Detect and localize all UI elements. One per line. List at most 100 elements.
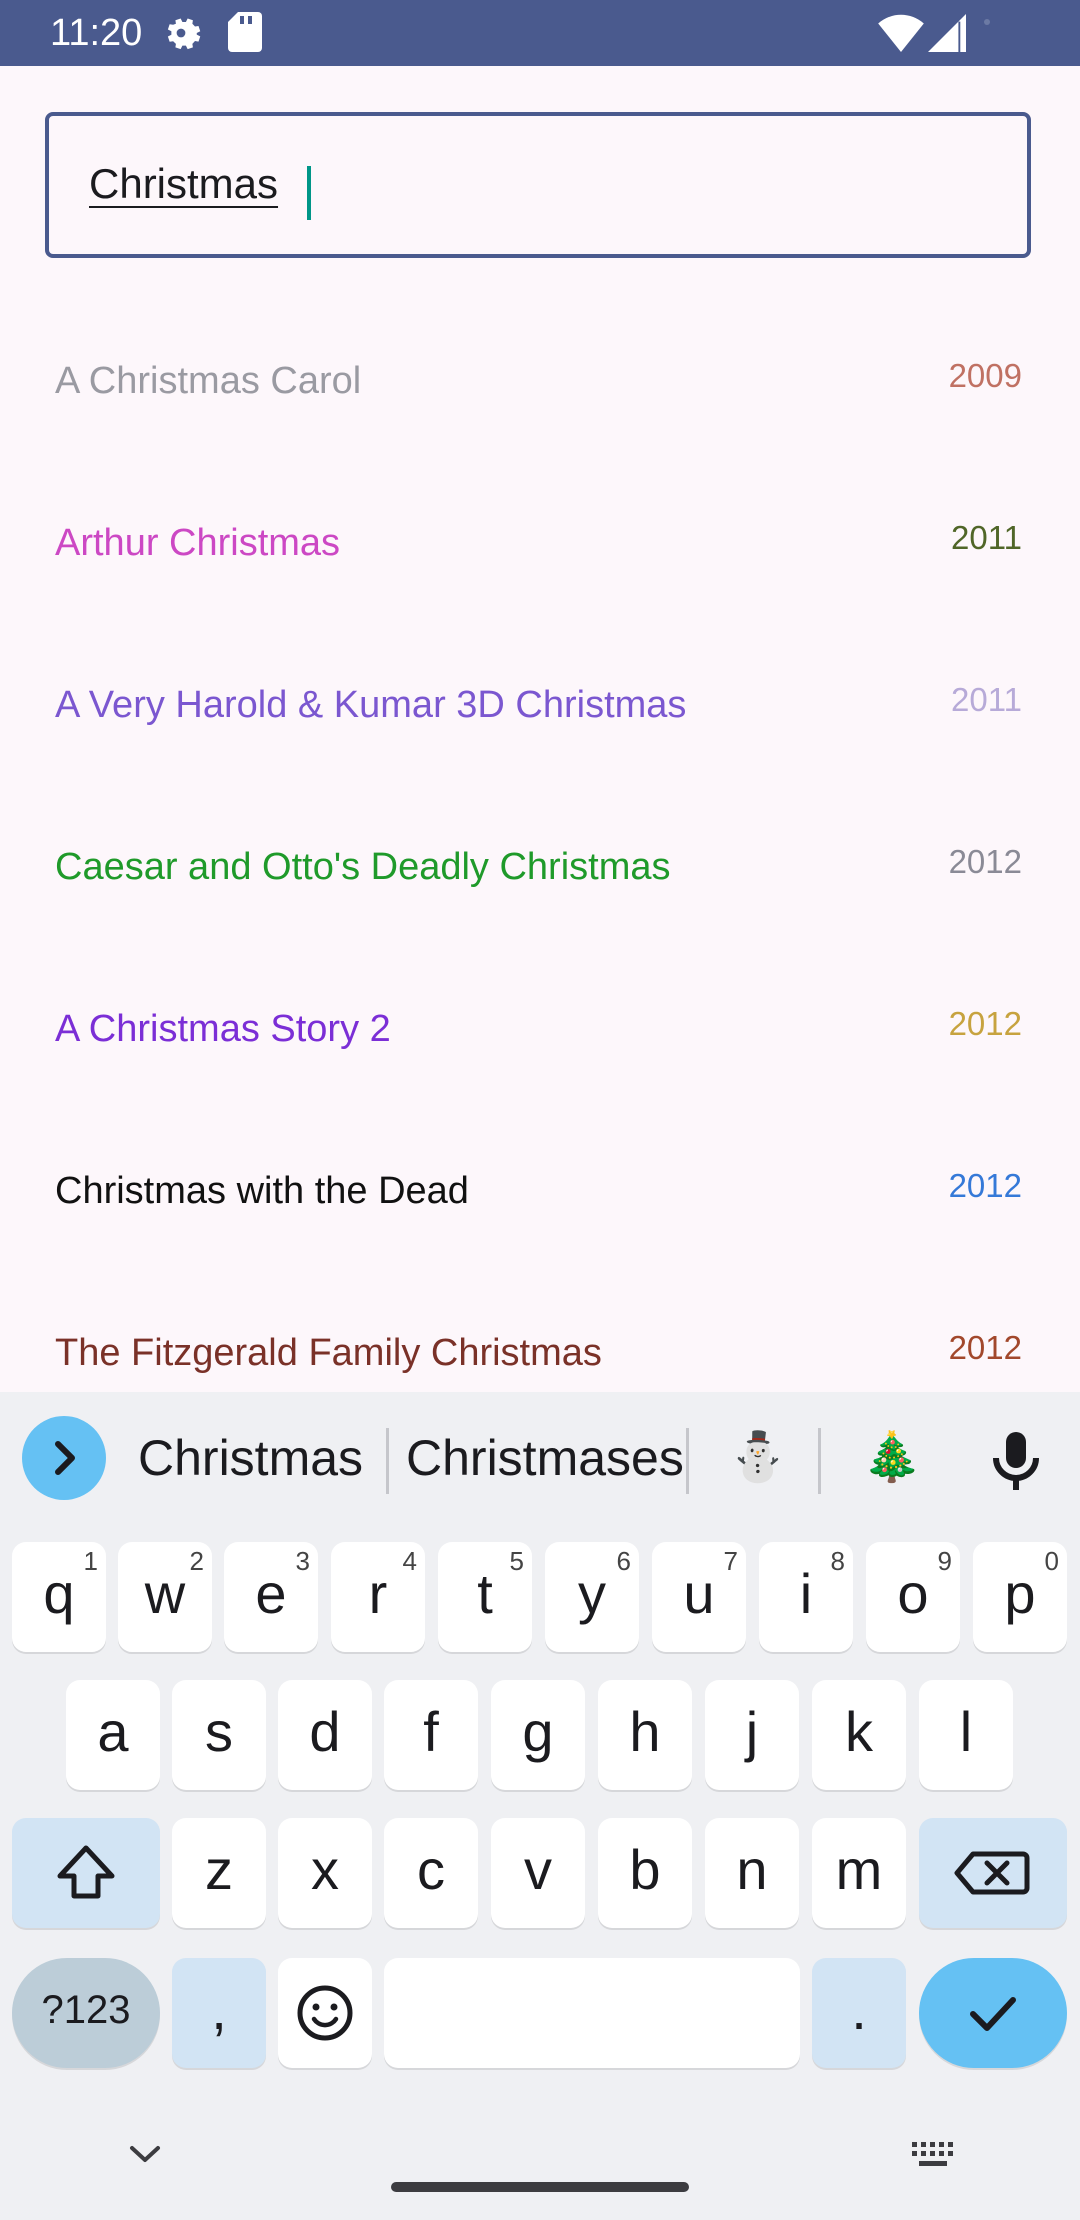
signal-icon [928, 14, 966, 57]
suggestion-divider [686, 1428, 689, 1494]
key-h[interactable]: h [598, 1680, 692, 1790]
movie-year: 2012 [948, 1005, 1022, 1042]
emoji-key[interactable] [278, 1958, 372, 2068]
backspace-key[interactable] [919, 1818, 1067, 1928]
battery-dot-icon [982, 14, 992, 32]
key-s[interactable]: s [172, 1680, 266, 1790]
key-label: s [205, 1700, 233, 1763]
backspace-icon [954, 1851, 1030, 1895]
soft-keyboard: Christmas Christmases ⛄ 🎄 q1 w2 e3 r4 t5… [0, 1392, 1080, 2220]
keyboard-switch-icon[interactable] [910, 2140, 956, 2175]
key-label: ?123 [41, 1988, 131, 2032]
key-m[interactable]: m [812, 1818, 906, 1928]
key-label: y [578, 1562, 606, 1625]
key-label: c [417, 1838, 445, 1901]
key-j[interactable]: j [705, 1680, 799, 1790]
key-e[interactable]: e3 [224, 1542, 318, 1652]
emoji-suggestion-snowman[interactable]: ⛄ [728, 1428, 788, 1488]
key-label: , [211, 1978, 227, 2041]
status-time: 11:20 [50, 12, 143, 54]
list-item[interactable]: A Very Harold & Kumar 3D Christmas 2011 [0, 624, 1080, 786]
key-hint: 1 [83, 1546, 98, 1576]
search-input-value: Christmas [89, 160, 279, 207]
list-item[interactable]: A Christmas Story 2 2012 [0, 948, 1080, 1110]
key-v[interactable]: v [491, 1818, 585, 1928]
key-q[interactable]: q1 [12, 1542, 106, 1652]
list-item[interactable]: A Christmas Carol 2009 [0, 300, 1080, 462]
suggestion-strip: Christmas Christmases ⛄ 🎄 [0, 1392, 1080, 1522]
key-g[interactable]: g [491, 1680, 585, 1790]
key-u[interactable]: u7 [652, 1542, 746, 1652]
key-label: h [629, 1700, 661, 1763]
wifi-icon [878, 14, 924, 57]
movie-title: A Christmas Story 2 [55, 1008, 391, 1050]
key-hint: 7 [723, 1546, 738, 1576]
key-k[interactable]: k [812, 1680, 906, 1790]
search-input[interactable]: Christmas [45, 112, 1031, 258]
key-hint: 4 [402, 1546, 417, 1576]
key-d[interactable]: d [278, 1680, 372, 1790]
key-y[interactable]: y6 [545, 1542, 639, 1652]
movie-title: The Fitzgerald Family Christmas [55, 1332, 602, 1374]
period-key[interactable]: . [812, 1958, 906, 2068]
key-label: n [736, 1838, 768, 1901]
comma-key[interactable]: , [172, 1958, 266, 2068]
symbols-key[interactable]: ?123 [12, 1958, 160, 2068]
checkmark-icon [970, 1997, 1016, 2031]
status-bar: 11:20 [0, 0, 1080, 66]
key-label: . [851, 1978, 867, 2041]
shift-arrow-icon [57, 1845, 115, 1899]
key-label: p [1004, 1562, 1036, 1625]
suggestion-word[interactable]: Christmas [138, 1428, 363, 1488]
movie-list[interactable]: A Christmas Carol 2009 Arthur Christmas … [0, 300, 1080, 1392]
key-label: w [144, 1562, 186, 1625]
text-cursor [307, 166, 311, 220]
key-label: i [799, 1562, 813, 1625]
key-b[interactable]: b [598, 1818, 692, 1928]
suggestion-word[interactable]: Christmases [406, 1428, 684, 1488]
key-i[interactable]: i8 [759, 1542, 853, 1652]
key-a[interactable]: a [66, 1680, 160, 1790]
key-hint: 2 [189, 1546, 204, 1576]
home-gesture-bar[interactable] [391, 2182, 689, 2192]
key-label: r [368, 1562, 388, 1625]
key-label: u [683, 1562, 715, 1625]
key-label: j [745, 1700, 759, 1763]
list-item[interactable]: Caesar and Otto's Deadly Christmas 2012 [0, 786, 1080, 948]
microphone-icon[interactable] [990, 1430, 1042, 1497]
key-label: a [97, 1700, 129, 1763]
settings-gear-icon [160, 12, 202, 59]
key-r[interactable]: r4 [331, 1542, 425, 1652]
suggestion-divider [818, 1428, 821, 1494]
list-item[interactable]: Christmas with the Dead 2012 [0, 1110, 1080, 1272]
key-hint: 0 [1044, 1546, 1059, 1576]
list-item[interactable]: Arthur Christmas 2011 [0, 462, 1080, 624]
key-n[interactable]: n [705, 1818, 799, 1928]
movie-year: 2009 [948, 357, 1022, 394]
list-item[interactable]: The Fitzgerald Family Christmas 2012 [0, 1272, 1080, 1392]
done-enter-key[interactable] [919, 1958, 1067, 2068]
key-t[interactable]: t5 [438, 1542, 532, 1652]
movie-title: A Very Harold & Kumar 3D Christmas [55, 684, 687, 726]
key-f[interactable]: f [384, 1680, 478, 1790]
key-x[interactable]: x [278, 1818, 372, 1928]
shift-key[interactable] [12, 1818, 160, 1928]
emoji-suggestion-tree[interactable]: 🎄 [862, 1428, 922, 1488]
key-label: f [423, 1700, 439, 1763]
key-label: d [309, 1700, 341, 1763]
key-hint: 9 [937, 1546, 952, 1576]
key-p[interactable]: p0 [973, 1542, 1067, 1652]
key-z[interactable]: z [172, 1818, 266, 1928]
key-label: v [524, 1838, 552, 1901]
key-label: z [205, 1838, 233, 1901]
key-w[interactable]: w2 [118, 1542, 212, 1652]
movie-title: A Christmas Carol [55, 360, 362, 402]
key-label: o [897, 1562, 929, 1625]
expand-toolbar-button[interactable] [22, 1416, 106, 1500]
space-key[interactable] [384, 1958, 800, 2068]
sd-card-icon [228, 12, 262, 57]
hide-keyboard-chevron-icon[interactable] [128, 2142, 162, 2171]
key-c[interactable]: c [384, 1818, 478, 1928]
key-o[interactable]: o9 [866, 1542, 960, 1652]
key-l[interactable]: l [919, 1680, 1013, 1790]
